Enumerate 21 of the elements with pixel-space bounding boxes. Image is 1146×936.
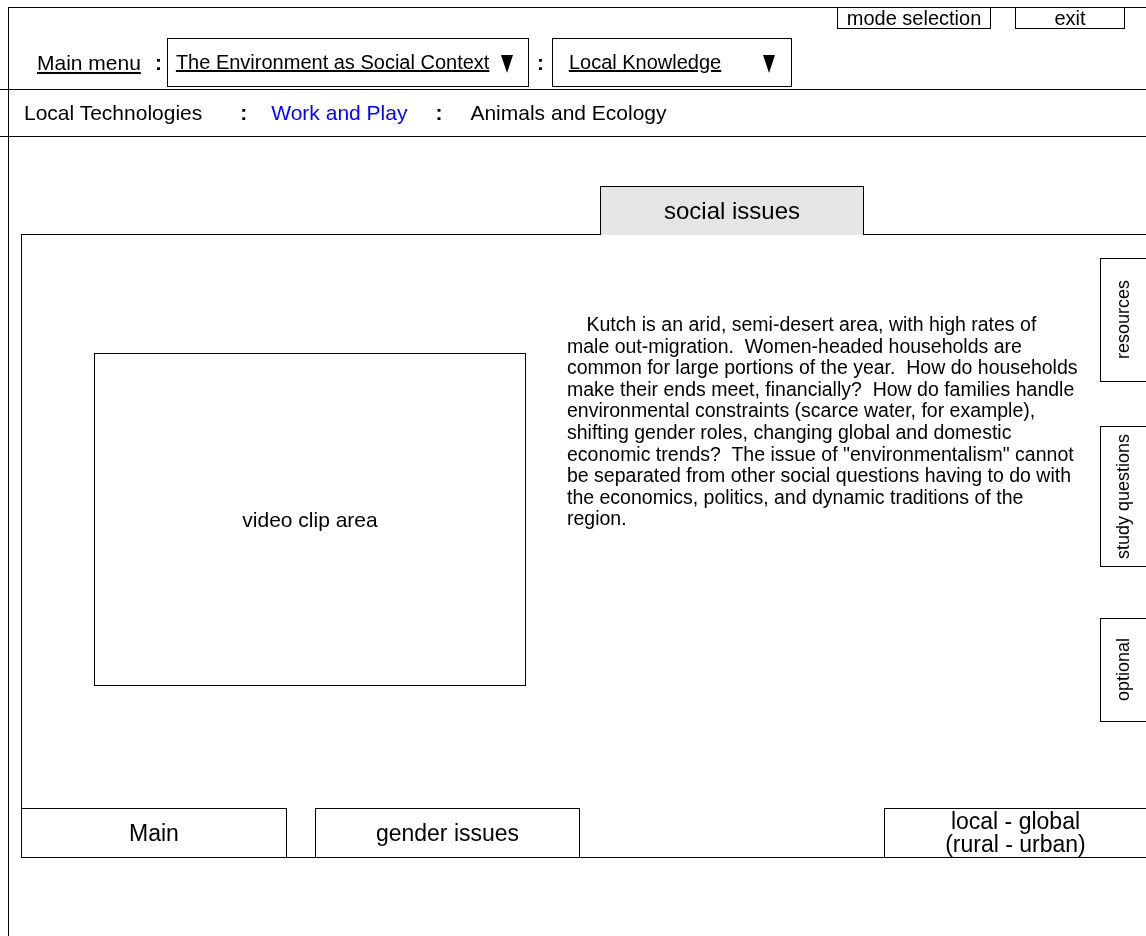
dropdown[interactable]: Local Knowledge	[551, 38, 792, 87]
tab[interactable]: gender issues	[315, 808, 580, 857]
separator: :	[435, 101, 443, 125]
dropdown[interactable]: The Environment as Social Context	[166, 38, 529, 87]
tab[interactable]: local - global (rural - urban)	[884, 808, 1146, 857]
description-text: Kutch is an arid, semi-desert area, with high rates of male out-migration. Women-headed households are common for large portions of the year. How do households make their ends meet, financially? How do families handle environmental constraints (scarce water, for example), shifting gender roles, changing global and domestic economic trends? The issue of "environmentalism" cannot be separated from other social questions having to do with the economics, politics, and dynamic traditions of the region.	[567, 314, 1079, 532]
tab[interactable]: Main	[22, 808, 287, 857]
video-label: video clip area	[242, 507, 378, 532]
side-tab[interactable]: optional	[1100, 618, 1146, 722]
side-tab[interactable]: study questions	[1100, 426, 1146, 567]
side-tab[interactable]: resources	[1100, 258, 1146, 382]
mode-button[interactable]: mode selection	[837, 7, 991, 29]
nav-link[interactable]: Animals and Ecology	[470, 101, 667, 125]
tab[interactable]: social issues	[600, 186, 864, 235]
nav-link[interactable]: Work and Play	[271, 101, 408, 125]
separator: :	[536, 50, 544, 75]
main-menu-link[interactable]: Main menu	[37, 50, 141, 75]
nav-link[interactable]: Local Technologies	[24, 101, 203, 125]
separator: :	[240, 101, 248, 125]
separator: :	[154, 50, 162, 75]
exit-button[interactable]: exit	[1015, 7, 1125, 29]
